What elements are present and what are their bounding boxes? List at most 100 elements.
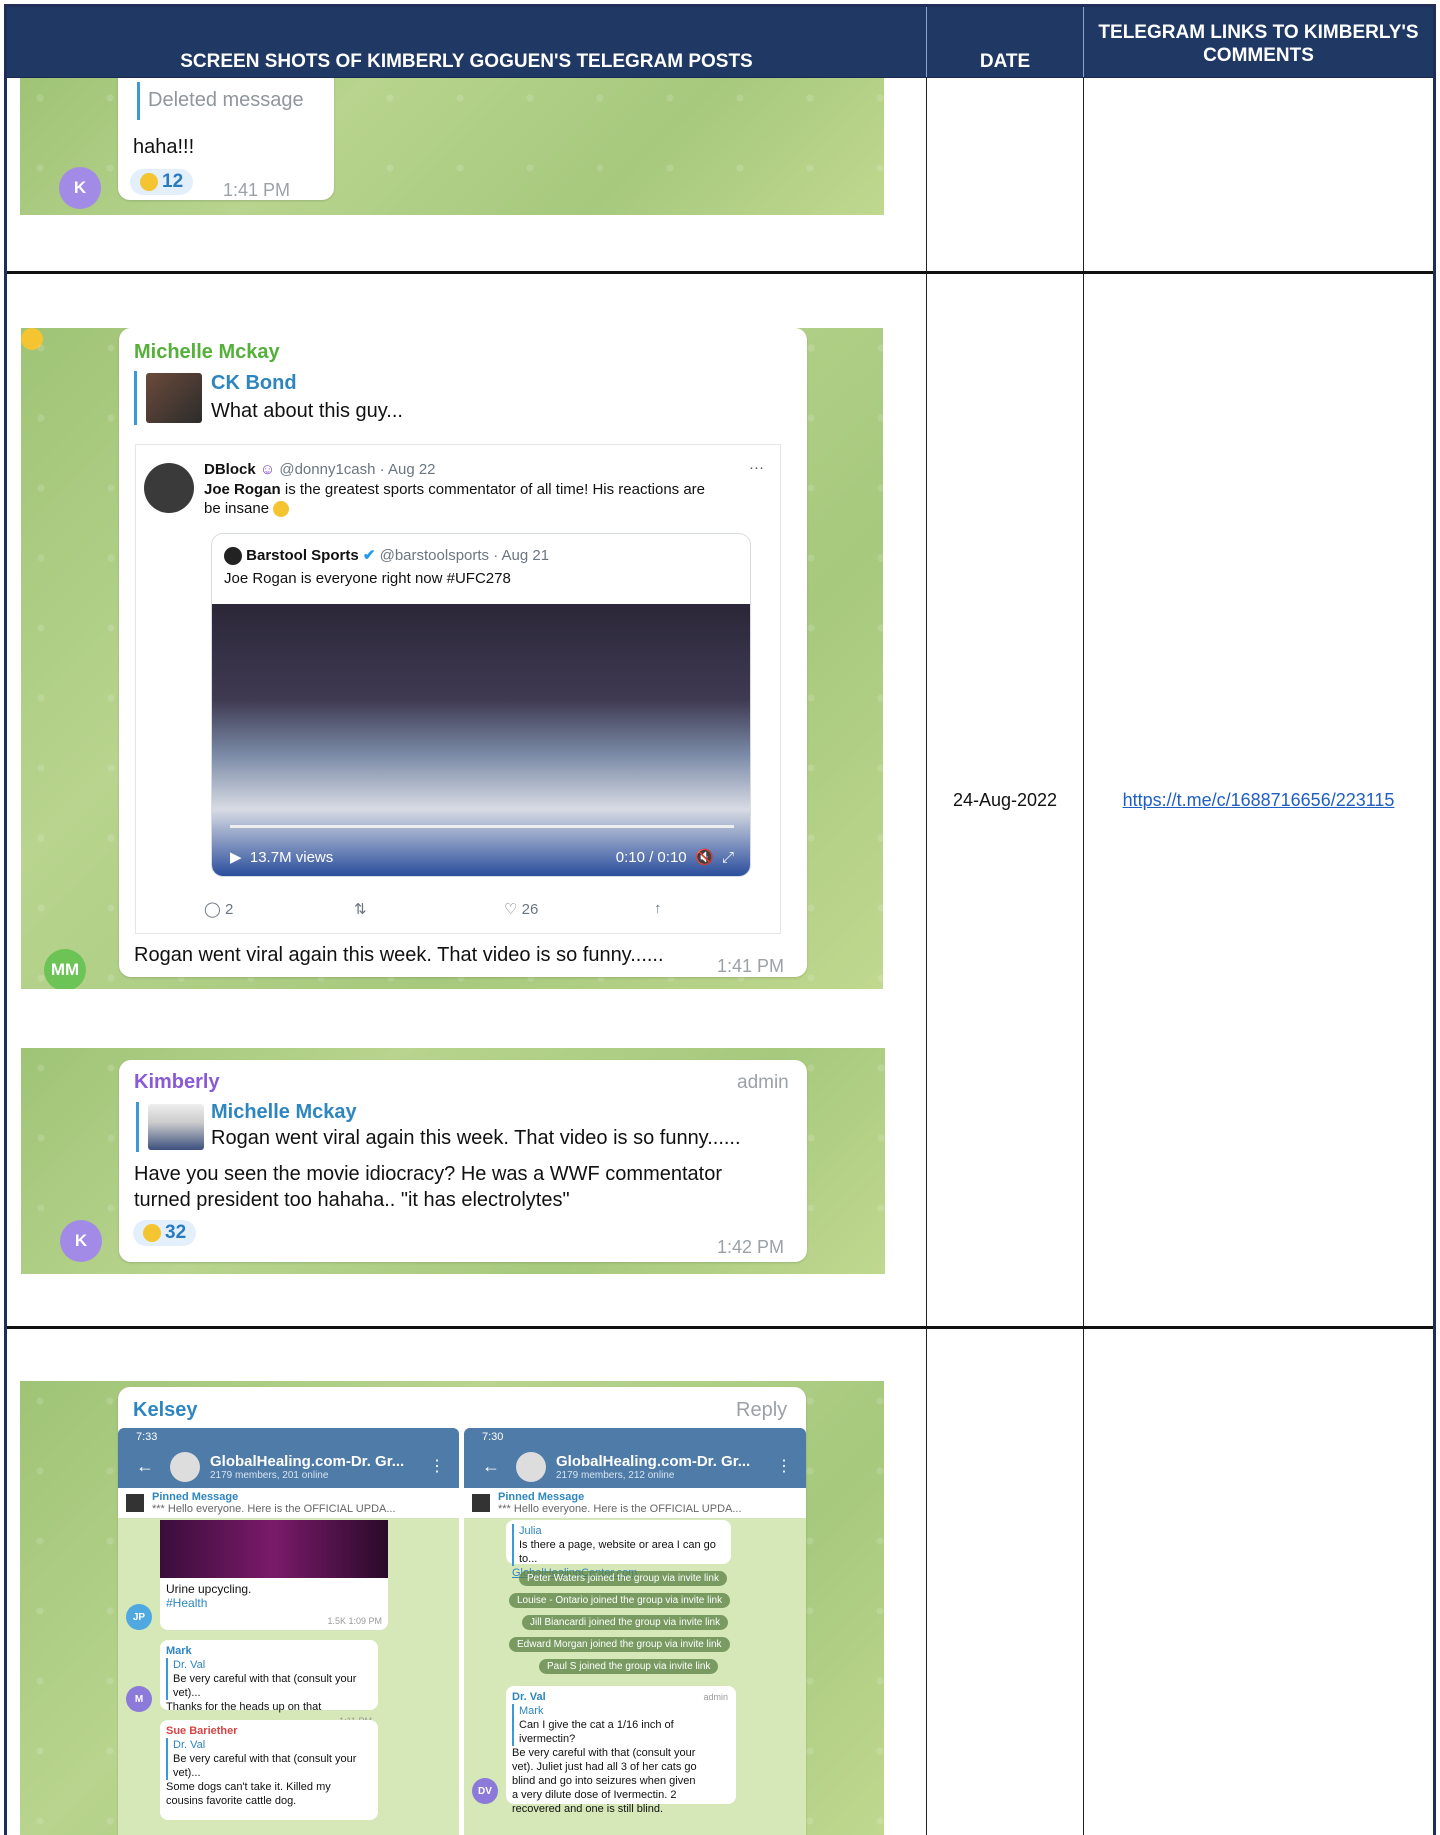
video-thumbnail[interactable]	[160, 1520, 388, 1578]
group-name: GlobalHealing.com-Dr. Gr...	[556, 1453, 751, 1470]
document-table: SCREEN SHOTS OF KIMBERLY GOGUEN'S TELEGR…	[4, 4, 1436, 1835]
join-notice: Peter Waters joined the group via invite…	[519, 1571, 727, 1586]
group-members: 2179 members, 201 online	[210, 1470, 329, 1481]
telegram-screenshot: Kimberly admin Michelle Mckay Rogan went…	[21, 1048, 885, 1274]
avatar[interactable]: DV	[472, 1778, 498, 1804]
sender-name[interactable]: Kimberly	[134, 1071, 220, 1094]
message-bubble: Dr. Val admin Mark Can I give the cat a …	[506, 1686, 736, 1815]
back-arrow-icon[interactable]: ←	[482, 1456, 500, 1477]
tweet-avatar	[144, 463, 194, 513]
link-cell: https://t.me/c/1688716656/223115	[1084, 274, 1433, 1326]
telegram-link[interactable]: https://t.me/c/1688716656/223115	[1123, 790, 1395, 811]
date-cell: 24-Aug-2022	[927, 274, 1084, 1326]
table-row: Kelsey Reply 7:33 ← GlobalHealing.com-Dr…	[7, 1329, 1433, 1835]
share-icon[interactable]: ↑	[654, 900, 662, 917]
pinned-message[interactable]: Pinned Message *** Hello everyone. Here …	[464, 1488, 806, 1518]
pinned-title: Pinned Message	[152, 1491, 239, 1503]
message-text-2: turned president too hahaha.. "it has el…	[134, 1189, 570, 1211]
telegram-screenshot: Deleted message haha!!! 12 1:41 PM K	[20, 78, 884, 215]
phone-screenshot-right: 7:30 ← GlobalHealing.com-Dr. Gr... 2179 …	[464, 1428, 806, 1835]
group-avatar	[170, 1452, 200, 1482]
pinned-title: Pinned Message	[498, 1491, 585, 1503]
join-notice: Paul S joined the group via invite link	[539, 1659, 719, 1674]
reply-name[interactable]: Michelle Mckay	[211, 1101, 357, 1124]
sender-name[interactable]: Michelle Mckay	[134, 341, 280, 364]
video-player[interactable]: ▶ 13.7M views 0:10 / 0:10 🔇 ⤢	[212, 604, 750, 876]
reply-bar	[134, 371, 137, 425]
pinned-message[interactable]: Pinned Message *** Hello everyone. Here …	[118, 1488, 459, 1518]
avatar[interactable]: M	[126, 1686, 152, 1712]
avatar[interactable]: K	[59, 167, 101, 209]
admin-badge: admin	[737, 1072, 789, 1093]
screenshot-cell: Deleted message haha!!! 12 1:41 PM K	[7, 78, 927, 271]
tweet-text: Joe Rogan is the greatest sports comment…	[204, 481, 706, 498]
reaction-badge[interactable]: 32	[133, 1220, 197, 1246]
join-notice: Louise - Ontario joined the group via in…	[509, 1593, 731, 1608]
phone-screenshot-left: 7:33 ← GlobalHealing.com-Dr. Gr... 2179 …	[118, 1428, 459, 1835]
reply-text: Rogan went viral again this week. That v…	[211, 1127, 741, 1149]
header-links: TELEGRAM LINKS TO KIMBERLY'S COMMENTS	[1098, 22, 1419, 66]
message-bubble: Mark Dr. Val Be very careful with that (…	[160, 1640, 378, 1726]
header-date: DATE	[927, 7, 1084, 77]
retweet-icon[interactable]: ⇅	[354, 900, 367, 918]
sender-name[interactable]: Kelsey	[133, 1399, 198, 1422]
table-row: Michelle Mckay CK Bond What about this g…	[7, 274, 1433, 1329]
group-name: GlobalHealing.com-Dr. Gr...	[210, 1453, 405, 1470]
header-screenshots: SCREEN SHOTS OF KIMBERLY GOGUEN'S TELEGR…	[7, 7, 927, 77]
menu-icon[interactable]: ⋮	[429, 1456, 445, 1476]
quote-user: Barstool Sports ✔ @barstoolsports · Aug …	[224, 546, 549, 566]
screenshot-cell: Kelsey Reply 7:33 ← GlobalHealing.com-Dr…	[7, 1329, 927, 1835]
table-row: Deleted message haha!!! 12 1:41 PM K	[7, 78, 1433, 274]
grin-emoji-icon	[143, 1224, 161, 1242]
tweet-user: DBlock ☺ @donny1cash · Aug 22	[204, 461, 436, 478]
reply-button[interactable]: Reply	[736, 1399, 787, 1422]
message-text: Rogan went viral again this week. That v…	[134, 944, 664, 966]
date-cell	[927, 1329, 1084, 1835]
video-progress[interactable]	[230, 825, 734, 828]
avatar[interactable]: JP	[126, 1604, 152, 1630]
tweet-text-2: be insane	[204, 500, 290, 518]
phone-header: 7:30 ← GlobalHealing.com-Dr. Gr... 2179 …	[464, 1428, 806, 1488]
reply-count[interactable]: ◯ 2	[204, 900, 233, 918]
back-arrow-icon[interactable]: ←	[136, 1456, 154, 1477]
reply-text: What about this guy...	[211, 400, 403, 422]
video-duration: 0:10 / 0:10 🔇 ⤢	[615, 849, 734, 866]
more-icon[interactable]: ···	[749, 459, 764, 476]
phone-header: 7:33 ← GlobalHealing.com-Dr. Gr... 2179 …	[118, 1428, 459, 1488]
quoted-tweet[interactable]: Barstool Sports ✔ @barstoolsports · Aug …	[211, 533, 751, 877]
hashtag[interactable]: #Health	[166, 1596, 207, 1610]
message-text: Have you seen the movie idiocracy? He wa…	[134, 1163, 722, 1185]
deleted-message: Deleted message	[148, 89, 304, 111]
avatar[interactable]: MM	[44, 949, 86, 989]
reaction-count: 12	[162, 171, 184, 192]
date-cell	[927, 78, 1084, 271]
reply-bar	[137, 82, 140, 120]
reaction-count: 32	[165, 1222, 187, 1243]
quote-text: Joe Rogan is everyone right now #UFC278	[224, 570, 511, 587]
video-message: Urine upcycling. #Health 1.5K 1:09 PM	[160, 1520, 388, 1630]
like-count[interactable]: ♡ 26	[504, 900, 538, 918]
pinned-text: *** Hello everyone. Here is the OFFICIAL…	[152, 1503, 396, 1515]
message-time: 1:41 PM	[223, 180, 291, 200]
message-meta: 1.5K 1:09 PM	[327, 1616, 382, 1626]
link-cell	[1084, 1329, 1433, 1835]
message-text: Urine upcycling.	[166, 1582, 252, 1596]
telegram-screenshot: Michelle Mckay CK Bond What about this g…	[21, 328, 883, 989]
message-time: 1:41 PM	[717, 956, 785, 976]
reaction-badge[interactable]: 12	[130, 169, 194, 195]
join-notice: Edward Morgan joined the group via invit…	[509, 1637, 730, 1652]
reply-thumbnail	[146, 373, 202, 423]
status-time: 7:33	[136, 1431, 158, 1443]
avatar[interactable]: K	[60, 1220, 102, 1262]
menu-icon[interactable]: ⋮	[776, 1456, 792, 1476]
telegram-screenshot: Kelsey Reply 7:33 ← GlobalHealing.com-Dr…	[20, 1381, 884, 1835]
reply-thumbnail	[148, 1104, 204, 1150]
message-text: haha!!!	[133, 136, 195, 158]
reply-name[interactable]: CK Bond	[211, 372, 297, 395]
table-header: SCREEN SHOTS OF KIMBERLY GOGUEN'S TELEGR…	[7, 7, 1433, 78]
message-bubble: Sue Bariether Dr. Val Be very careful wi…	[160, 1720, 378, 1820]
grin-emoji-icon	[140, 173, 158, 191]
pinned-text: *** Hello everyone. Here is the OFFICIAL…	[498, 1503, 742, 1515]
group-avatar	[516, 1452, 546, 1482]
tweet-embed[interactable]: DBlock ☺ @donny1cash · Aug 22 ··· Joe Ro…	[135, 444, 781, 934]
